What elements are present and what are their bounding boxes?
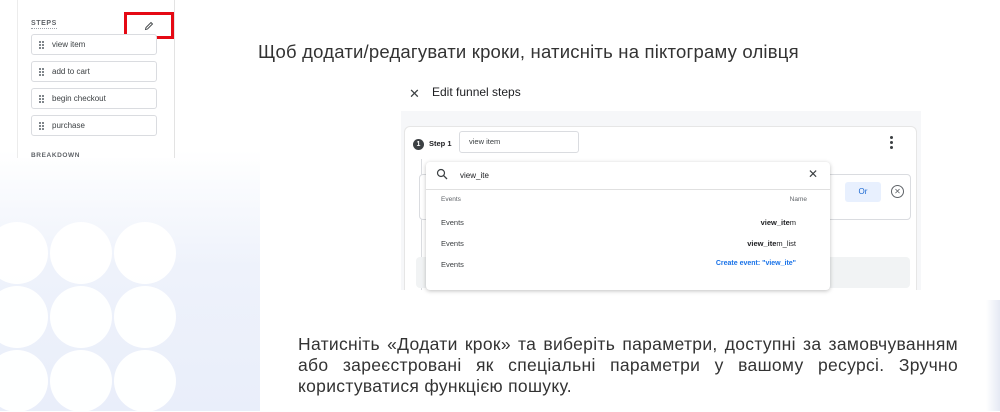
steps-panel: STEPS view item add to cart begin checko… xyxy=(17,0,175,159)
step-item-label: add to cart xyxy=(52,67,90,76)
search-icon xyxy=(436,168,448,180)
result-category: Events xyxy=(441,260,464,269)
column-header-category: Events xyxy=(441,196,461,203)
search-bar[interactable]: view_ite ✕ xyxy=(426,162,830,190)
search-input[interactable]: view_ite xyxy=(460,171,489,180)
pencil-icon xyxy=(144,21,154,30)
create-event-link[interactable]: Create event: "view_ite" xyxy=(716,260,796,267)
remove-condition-icon[interactable]: ✕ xyxy=(891,185,904,198)
decorative-circle xyxy=(114,350,176,412)
step-number-badge: 1 xyxy=(413,139,424,150)
breakdown-label: BREAKDOWN xyxy=(31,152,81,159)
column-header-name: Name xyxy=(789,196,807,203)
instruction-bottom: Натисніть «Додати крок» та виберіть пара… xyxy=(298,334,958,396)
decorative-circle xyxy=(114,286,176,348)
decorative-circle xyxy=(50,286,112,348)
step-name-input[interactable]: view item xyxy=(459,131,579,153)
result-option[interactable]: view_item xyxy=(761,218,796,227)
step-item[interactable]: begin checkout xyxy=(31,88,157,109)
step-item-label: purchase xyxy=(52,121,85,130)
step-item[interactable]: purchase xyxy=(31,115,157,136)
result-category: Events xyxy=(441,218,464,227)
decorative-circle xyxy=(50,350,112,412)
step-item[interactable]: view item xyxy=(31,34,157,55)
or-button[interactable]: Or xyxy=(845,182,881,202)
more-options-icon[interactable] xyxy=(890,136,894,149)
step-item[interactable]: add to cart xyxy=(31,61,157,82)
decorative-circle xyxy=(114,222,176,284)
decorative-circle xyxy=(50,222,112,284)
close-icon[interactable]: ✕ xyxy=(409,86,420,102)
decorative-edge xyxy=(986,300,1000,411)
drag-handle-icon[interactable] xyxy=(39,94,45,103)
drag-handle-icon[interactable] xyxy=(39,40,45,49)
drag-handle-icon[interactable] xyxy=(39,121,45,130)
result-category: Events xyxy=(441,239,464,248)
dialog-title: Edit funnel steps xyxy=(432,85,521,99)
instruction-top: Щоб додати/редагувати кроки, натисніть н… xyxy=(258,41,799,62)
step-label: Step 1 xyxy=(429,139,452,148)
drag-handle-icon[interactable] xyxy=(39,67,45,76)
event-search-dropdown: view_ite ✕ Events Name Events view_item … xyxy=(426,162,830,290)
steps-title: STEPS xyxy=(31,20,57,29)
clear-search-icon[interactable]: ✕ xyxy=(808,167,818,181)
result-option[interactable]: view_item_list xyxy=(747,239,796,248)
step-item-label: view item xyxy=(52,40,86,49)
step-item-label: begin checkout xyxy=(52,94,106,103)
